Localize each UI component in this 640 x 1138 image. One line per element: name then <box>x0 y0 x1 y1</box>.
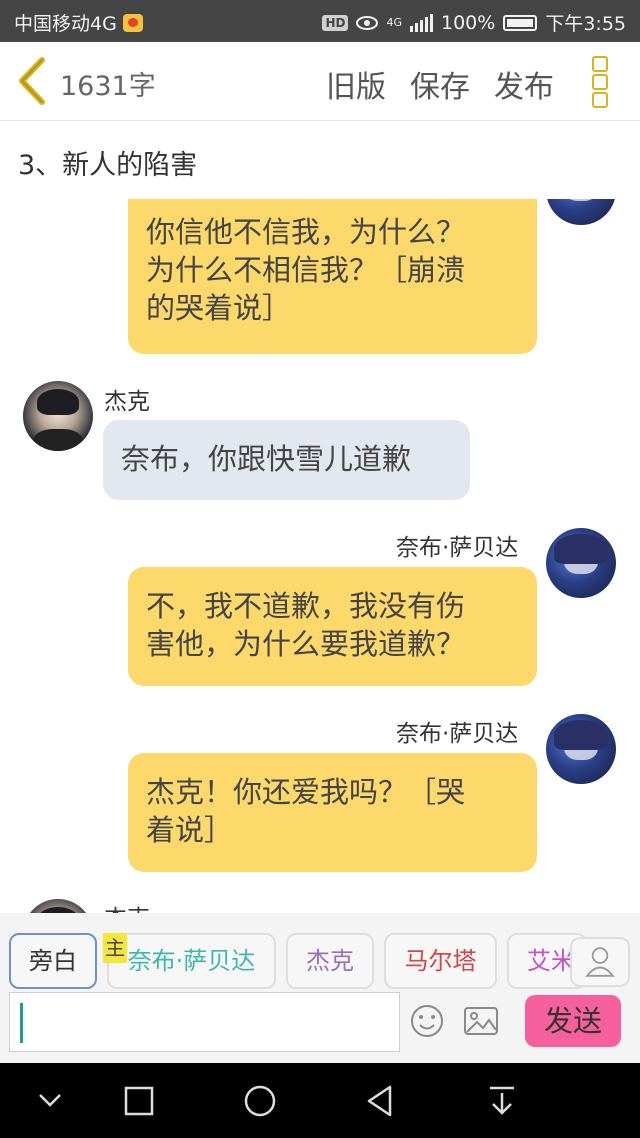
avatar[interactable] <box>546 528 616 598</box>
chevron-left-icon[interactable] <box>14 56 54 106</box>
role-chip-naib[interactable]: 奈布·萨贝达 <box>107 933 276 989</box>
eye-icon <box>356 15 379 30</box>
avatar[interactable] <box>23 899 93 913</box>
speaker-name: 杰克 <box>104 389 150 415</box>
clock-text: 下午3:55 <box>545 13 626 35</box>
word-count: 1631字 <box>60 71 156 102</box>
chapter-title-bar[interactable]: 3、新人的陷害 <box>0 121 640 200</box>
avatar[interactable] <box>23 381 93 451</box>
user-icon[interactable] <box>570 937 630 987</box>
chat-list[interactable]: 你信他不信我，为什么？ 为什么不相信我？［崩溃 的哭着说］ 杰克 奈布，你跟快雪… <box>0 199 640 913</box>
publish-button[interactable]: 发布 <box>494 62 554 106</box>
save-button[interactable]: 保存 <box>410 62 470 106</box>
square-icon[interactable] <box>122 1083 156 1119</box>
speaker-name: 奈布·萨贝达 <box>396 721 519 747</box>
message-bubble[interactable]: 奈布，你跟快雪儿道歉 <box>103 420 470 500</box>
role-selector: 旁白 奈布·萨贝达 主 杰克 马尔塔 艾米 <box>0 913 640 990</box>
editor-header: 1631字 旧版 保存 发布 <box>0 42 640 121</box>
avatar[interactable] <box>546 199 616 225</box>
carrier-text: 中国移动4G <box>14 13 117 35</box>
chapter-title: 3、新人的陷害 <box>18 150 198 181</box>
triangle-back-icon[interactable] <box>364 1083 396 1119</box>
signal-icon <box>410 13 433 32</box>
speaker-name: 奈布·萨贝达 <box>396 535 519 561</box>
message-input[interactable] <box>9 992 400 1052</box>
chevron-down-icon[interactable] <box>36 1083 64 1119</box>
network-label: 4G <box>386 16 402 29</box>
text-caret <box>20 1003 23 1043</box>
weibo-icon <box>122 13 143 32</box>
send-button[interactable]: 发送 <box>525 995 621 1047</box>
input-bar: 发送 <box>0 990 640 1063</box>
battery-icon <box>503 14 538 31</box>
circle-icon[interactable] <box>242 1083 278 1119</box>
hd-badge: HD <box>322 14 349 31</box>
speaker-name: 杰克 <box>104 899 150 913</box>
emoji-icon[interactable] <box>410 1004 444 1038</box>
message-bubble[interactable]: 杰克！你还爱我吗？［哭 着说］ <box>128 753 537 872</box>
download-arrow-icon[interactable] <box>486 1083 518 1119</box>
main-role-tag: 主 <box>103 933 127 963</box>
message-bubble[interactable]: 不，我不道歉，我没有伤 害他，为什么要我道歉？ <box>128 567 537 686</box>
more-vertical-icon[interactable] <box>592 56 616 108</box>
old-version-button[interactable]: 旧版 <box>326 62 386 106</box>
status-bar: 中国移动4G HD 4G 100% 下午3:55 <box>0 0 640 42</box>
image-icon[interactable] <box>463 1006 499 1036</box>
battery-percent: 100% <box>441 11 496 34</box>
navigation-bar <box>0 1063 640 1138</box>
role-chip-narrator[interactable]: 旁白 <box>9 933 97 989</box>
avatar[interactable] <box>546 714 616 784</box>
role-chip-martha[interactable]: 马尔塔 <box>384 933 497 989</box>
message-bubble[interactable]: 你信他不信我，为什么？ 为什么不相信我？［崩溃 的哭着说］ <box>128 199 537 354</box>
role-chip-jack[interactable]: 杰克 <box>286 933 374 989</box>
